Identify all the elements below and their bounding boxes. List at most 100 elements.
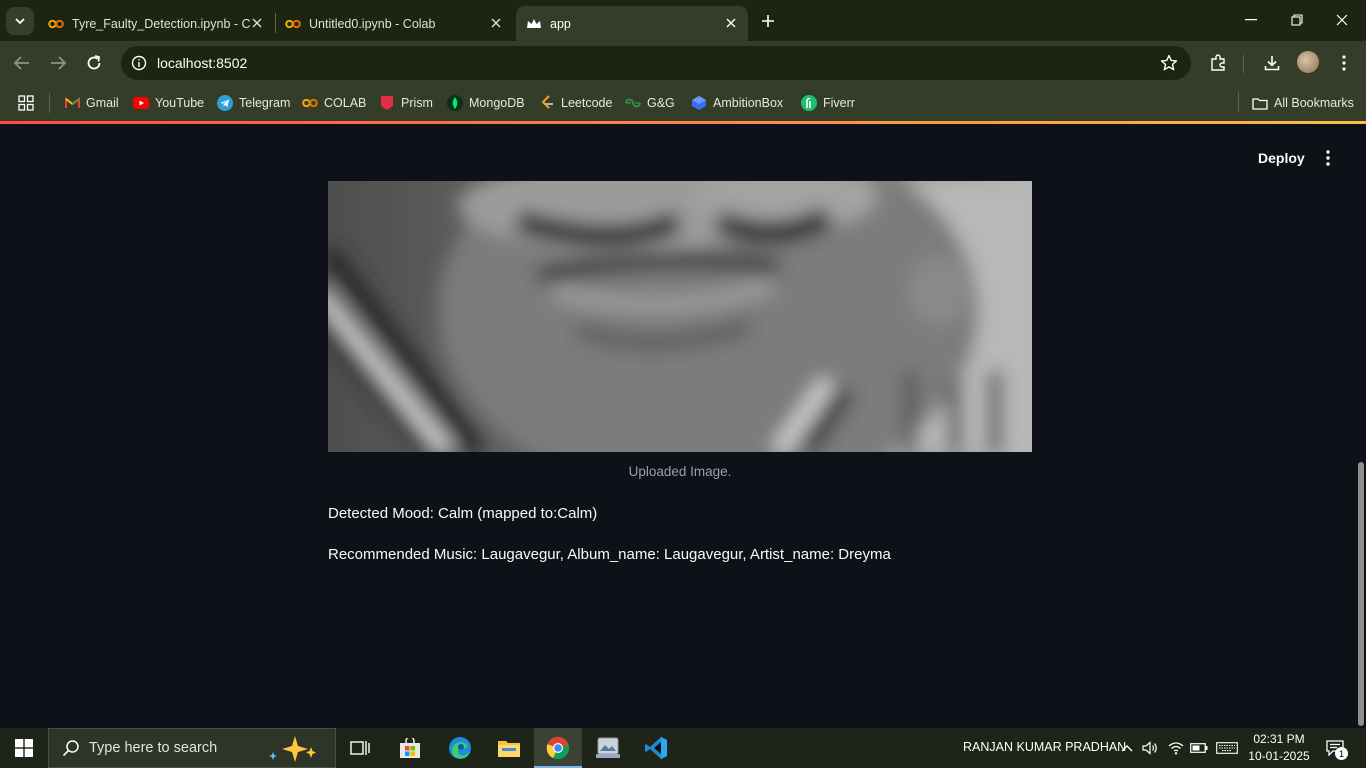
taskbar-search-placeholder: Type here to search (89, 740, 218, 756)
notification-center-button[interactable]: 1 (1322, 736, 1348, 760)
keyboard-icon[interactable] (1215, 738, 1239, 758)
site-info-icon[interactable] (129, 53, 149, 73)
bookmark-label: MongoDB (469, 96, 525, 110)
taskbar-vscode-app[interactable] (632, 728, 680, 768)
detected-mood-text: Detected Mood: Calm (mapped to:Calm) (328, 505, 598, 522)
windows-taskbar: Type here to search RANJAN KUMAR PRADHAN… (0, 728, 1366, 768)
recommended-music-text: Recommended Music: Laugavegur, Album_nam… (328, 546, 891, 563)
bookmark-leetcode[interactable]: Leetcode (539, 91, 612, 115)
bookmark-star-icon[interactable] (1159, 53, 1179, 73)
leetcode-icon (539, 95, 555, 111)
volume-icon[interactable] (1140, 738, 1160, 758)
microsoft-store-icon (400, 738, 420, 758)
toolbar-separator (1243, 55, 1244, 73)
bookmark-label: YouTube (155, 96, 205, 110)
tab-separator (275, 13, 276, 33)
bookmark-label: Leetcode (561, 96, 613, 110)
bookmark-label: Prism (401, 96, 433, 110)
restore-icon (1291, 14, 1303, 26)
all-bookmarks-label: All Bookmarks (1274, 96, 1354, 110)
uploaded-image (328, 181, 1032, 452)
tab-untitled0[interactable]: Untitled0.ipynb - Colab (277, 6, 513, 41)
menu-kebab-icon[interactable] (1332, 51, 1356, 75)
bookmark-fiverr[interactable]: Fiverr (801, 91, 855, 115)
taskbar-clock[interactable]: 02:31 PM 10-01-2025 (1244, 731, 1314, 765)
address-bar[interactable]: localhost:8502 (121, 46, 1191, 80)
taskbar-search-box[interactable]: Type here to search (48, 728, 336, 768)
taskbar-edge-app[interactable] (436, 728, 484, 768)
wifi-icon[interactable] (1166, 738, 1186, 758)
chevron-up-icon[interactable] (1117, 738, 1137, 758)
bookmarks-separator (1238, 92, 1239, 112)
close-icon[interactable] (722, 14, 740, 32)
apps-grid-icon (18, 95, 34, 111)
image-caption: Uploaded Image. (628, 464, 732, 479)
colab-icon (285, 16, 301, 32)
bookmark-ambitionbox[interactable]: AmbitionBox (691, 91, 783, 115)
close-icon[interactable] (487, 14, 505, 32)
deploy-button[interactable]: Deploy (1252, 146, 1311, 170)
address-text[interactable]: localhost:8502 (157, 55, 247, 71)
bookmark-youtube[interactable]: YouTube (133, 91, 204, 115)
apps-grid-button[interactable] (18, 91, 34, 115)
bookmark-colab[interactable]: COLAB (302, 91, 366, 115)
start-button[interactable] (0, 728, 48, 768)
prism-icon (379, 95, 395, 111)
chevron-down-icon (15, 18, 25, 25)
bookmark-mongodb[interactable]: MongoDB (447, 91, 525, 115)
minimize-icon (1245, 19, 1257, 21)
clock-date: 10-01-2025 (1248, 749, 1310, 763)
main-menu-icon[interactable] (1318, 148, 1338, 168)
forward-button[interactable] (45, 50, 71, 76)
tab-search-button[interactable] (6, 7, 34, 35)
vscode-icon (645, 737, 667, 759)
all-bookmarks-button[interactable]: All Bookmarks (1252, 91, 1354, 115)
new-tab-button[interactable] (756, 9, 780, 33)
arrow-left-icon (14, 56, 29, 70)
task-view-button[interactable] (336, 728, 384, 768)
page-scrollbar[interactable] (1358, 462, 1364, 726)
taskbar-store-app[interactable] (386, 728, 434, 768)
reload-button[interactable] (81, 50, 107, 76)
back-button[interactable] (9, 50, 35, 76)
bookmark-telegram[interactable]: Telegram (217, 91, 290, 115)
notification-count-badge: 1 (1335, 747, 1348, 760)
close-icon[interactable] (248, 14, 266, 32)
arrow-right-icon (51, 56, 66, 70)
bookmark-label: COLAB (324, 96, 367, 110)
restore-button[interactable] (1284, 8, 1310, 32)
download-icon[interactable] (1260, 51, 1284, 75)
bookmark-label: Gmail (86, 96, 119, 110)
profile-avatar[interactable] (1297, 51, 1319, 73)
taskbar-file-explorer-app[interactable] (485, 728, 533, 768)
edge-icon (449, 737, 471, 759)
streamlit-crown-icon (526, 16, 542, 32)
colab-icon (48, 16, 64, 32)
youtube-icon (133, 95, 149, 111)
app-content: Deploy Uploaded Image. Detected Mood: Ca… (0, 124, 1366, 728)
battery-icon[interactable] (1189, 738, 1209, 758)
taskbar-photos-app[interactable] (584, 728, 632, 768)
bookmark-label: Telegram (239, 96, 291, 110)
bookmark-gg[interactable]: G&G (625, 91, 675, 115)
bookmarks-bar: Gmail YouTube Telegram COLAB Prism Mongo… (0, 85, 1366, 121)
folder-icon (498, 741, 520, 757)
minimize-button[interactable] (1238, 8, 1264, 32)
tab-tyre-faulty-detection[interactable]: Tyre_Faulty_Detection.ipynb - C (40, 6, 274, 41)
image-viewer-icon (596, 737, 620, 758)
plus-icon (762, 15, 774, 27)
bookmark-gmail[interactable]: Gmail (64, 91, 119, 115)
bookmark-prism[interactable]: Prism (379, 91, 433, 115)
extensions-icon[interactable] (1206, 51, 1230, 75)
browser-toolbar: localhost:8502 (0, 41, 1366, 85)
taskbar-chrome-app[interactable] (534, 728, 582, 768)
telegram-icon (217, 95, 233, 111)
task-view-icon (350, 741, 370, 755)
bookmarks-apps-separator (49, 93, 50, 113)
copilot-sparkle-icon (265, 735, 325, 763)
tab-app[interactable]: app (516, 6, 748, 41)
browser-tab-strip: Tyre_Faulty_Detection.ipynb - C Untitled… (0, 0, 1366, 41)
mongodb-icon (447, 95, 463, 111)
close-window-button[interactable] (1329, 8, 1355, 32)
search-icon (61, 738, 81, 758)
